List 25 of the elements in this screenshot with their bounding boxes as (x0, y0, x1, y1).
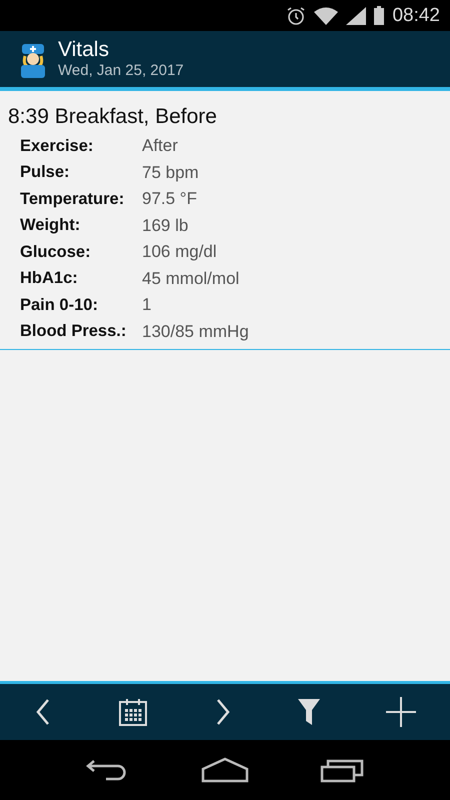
app-title: Vitals (58, 38, 110, 62)
date-subtitle: Wed, Jan 25, 2017 (58, 62, 184, 80)
vital-value: 169 lb (142, 216, 188, 236)
vital-label: HbA1c: (20, 269, 79, 288)
vital-value: 130/85 mmHg (142, 322, 249, 342)
vital-label: Weight: (20, 216, 82, 236)
vital-value: 45 mmol/mol (142, 268, 240, 289)
alarm-icon (286, 6, 306, 26)
vital-label: Pulse: (20, 163, 71, 182)
clock-time: 08:42 (392, 4, 440, 26)
battery-icon (374, 6, 384, 25)
vital-value: After (142, 136, 178, 156)
vital-label: Exercise: (20, 136, 94, 156)
entry-heading: 8:39 Breakfast, Before (8, 105, 218, 129)
vital-label: Glucose: (20, 242, 92, 262)
vital-label: Temperature: (20, 190, 126, 209)
vital-value: 1 (142, 295, 152, 316)
vital-value: 106 mg/dl (142, 242, 217, 262)
wifi-icon (314, 6, 338, 24)
vital-label: Pain 0-10: (20, 296, 99, 315)
vitals-entry[interactable]: 8:39 Breakfast, Before Exercise: After Pulse: 75 bpm Temperature: 97.5 °F Weight: 169 lb Glucose: 106 mg/dl HbA1c: 45 mmol/mol Pain 0-10: 1 Blood Press.: 130/85 mmHg (0, 97, 450, 350)
vital-value: 75 bpm (142, 162, 199, 183)
signal-icon (346, 6, 366, 24)
vital-value: 97.5 °F (142, 189, 197, 210)
vital-label: Blood Press.: (20, 322, 128, 342)
